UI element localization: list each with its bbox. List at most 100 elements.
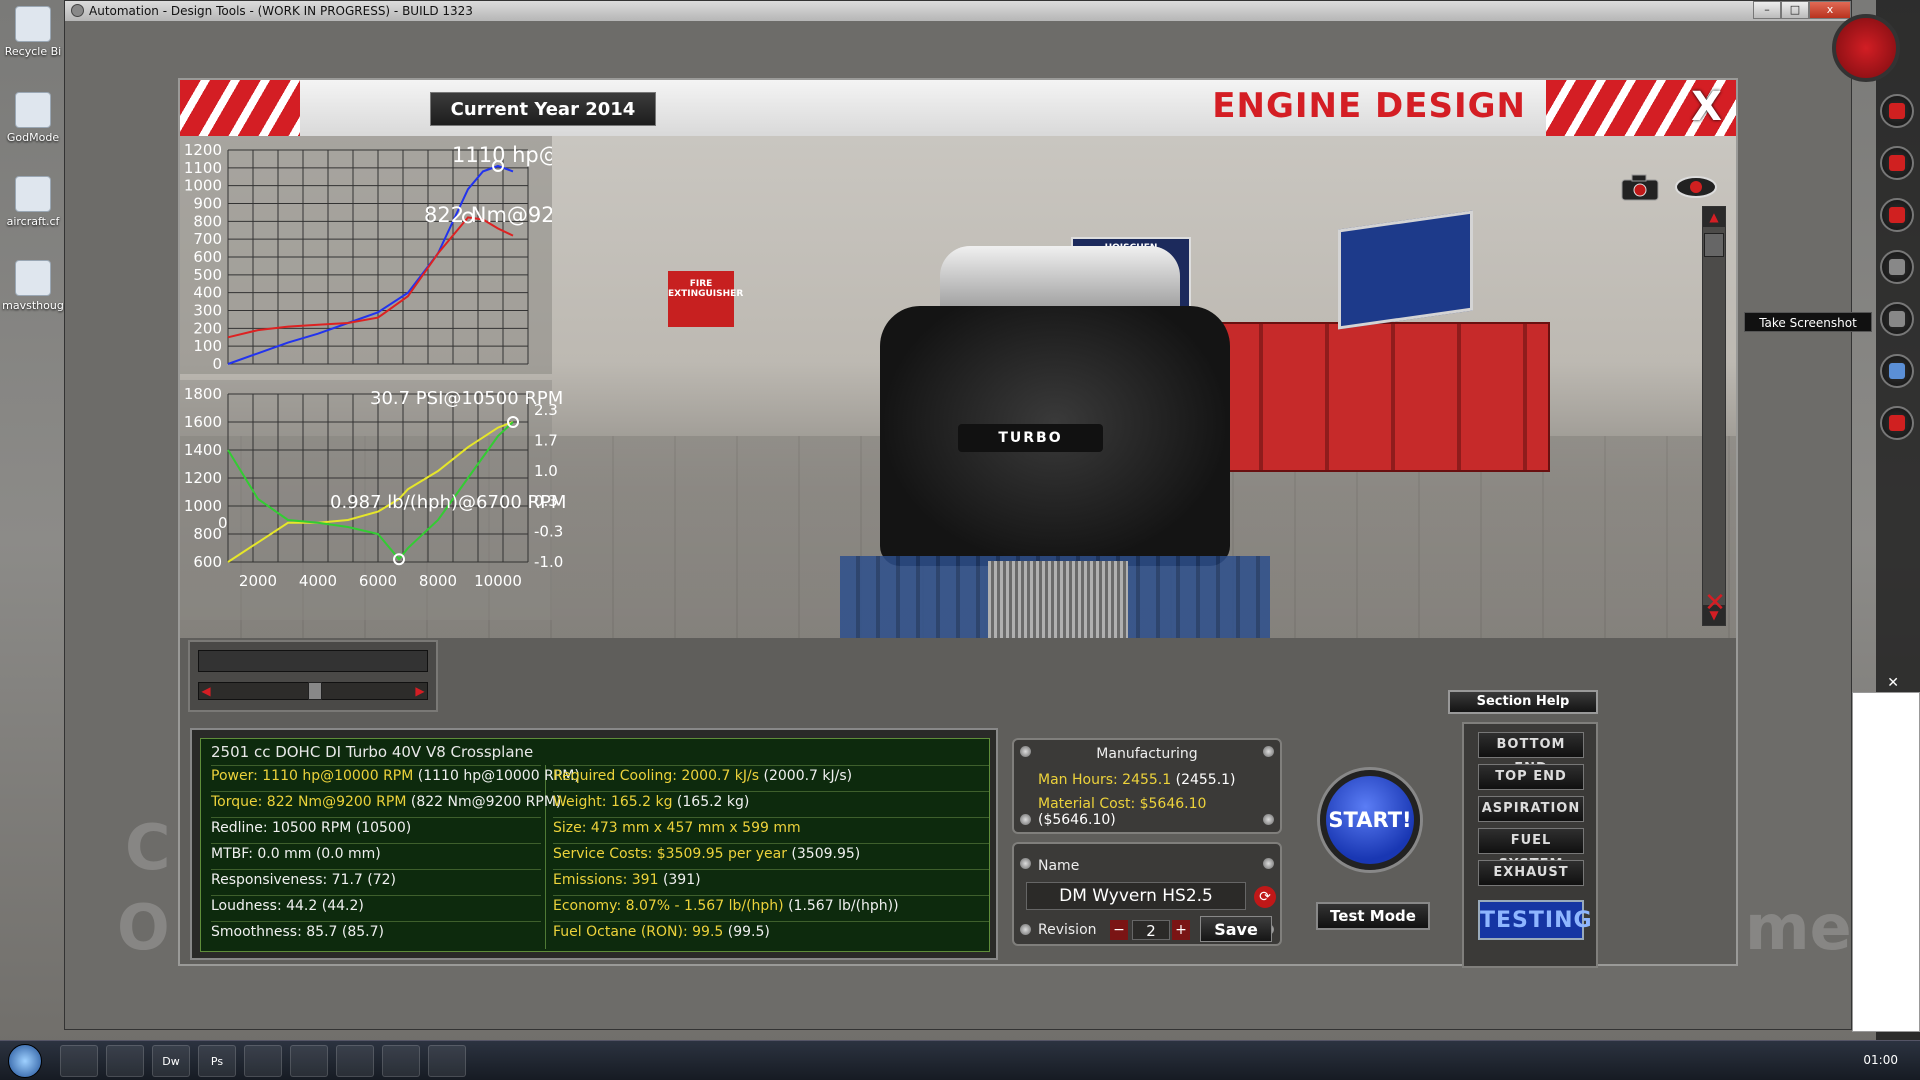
taskbar-automation-icon[interactable] xyxy=(382,1045,420,1077)
background-text: C xyxy=(125,811,171,884)
x-tick-label: 2000 xyxy=(239,572,277,590)
background-text: O xyxy=(117,891,170,964)
stat-value: (822 Nm@9200 RPM) xyxy=(410,794,562,810)
stat-value: (391) xyxy=(662,872,701,888)
desktop-icon-label: aircraft.cf xyxy=(6,215,60,228)
bsfc-min-label: 0.987 lb/(hph)@6700 RPM xyxy=(330,492,566,513)
taskbar-photoshop-icon[interactable]: Ps xyxy=(198,1045,236,1077)
manufacturing-panel: Manufacturing Man Hours: 2455.1 (2455.1)… xyxy=(1012,738,1282,834)
x-tick-label: 10000 xyxy=(474,572,522,590)
youtube-icon[interactable] xyxy=(1880,146,1914,180)
chat-icon[interactable] xyxy=(1880,354,1914,388)
stat-row: Size: 473 mm x 457 mm x 599 mm xyxy=(553,817,989,838)
taskbar-explorer-icon[interactable] xyxy=(60,1045,98,1077)
dock-logo-icon[interactable] xyxy=(1832,14,1900,82)
revision-decrement-button[interactable]: − xyxy=(1110,920,1128,940)
taskbar-app-icon[interactable] xyxy=(336,1045,374,1077)
current-year: Current Year 2014 xyxy=(430,92,656,126)
stat-label: Responsiveness: 71.7 xyxy=(211,872,363,888)
taskbar-app-icon[interactable] xyxy=(106,1045,144,1077)
slider-right-icon[interactable]: ▶ xyxy=(412,682,428,700)
y-tick-label: 700 xyxy=(193,230,222,248)
section-exhaust[interactable]: EXHAUST xyxy=(1478,860,1584,886)
clock: 01:00 xyxy=(1863,1053,1898,1067)
x-tick-label: 4000 xyxy=(299,572,337,590)
y-tick-label: 0 xyxy=(212,355,222,373)
slider-handle[interactable] xyxy=(308,682,322,700)
section-aspiration[interactable]: ASPIRATION xyxy=(1478,796,1584,822)
camera-icon[interactable] xyxy=(1880,302,1914,336)
stat-label: Weight: 165.2 kg xyxy=(553,794,673,810)
randomize-name-icon[interactable]: ⟳ xyxy=(1254,886,1276,908)
close-icon[interactable]: ✕ xyxy=(1887,675,1899,691)
stat-row: Power: 1110 hp@10000 RPM (1110 hp@10000 … xyxy=(211,765,580,786)
desktop-icon-aircraft[interactable]: aircraft.cf xyxy=(2,176,64,228)
stat-value: (1.567 lb/(hph)) xyxy=(788,898,899,914)
minimize-button[interactable]: – xyxy=(1753,1,1781,19)
y-tick-label: 500 xyxy=(193,266,222,284)
stat-row: Weight: 165.2 kg (165.2 kg) xyxy=(553,791,989,812)
desktop-icon-label: GodMode xyxy=(6,131,60,144)
stat-row: Torque: 822 Nm@9200 RPM (822 Nm@9200 RPM… xyxy=(211,791,561,812)
name-label: Name xyxy=(1038,858,1080,874)
desktop-icon-godmode[interactable]: GodMode xyxy=(2,92,64,144)
file-icon xyxy=(15,260,51,296)
stat-row: Required Cooling: 2000.7 kJ/s (2000.7 kJ… xyxy=(553,765,989,786)
eye-icon[interactable] xyxy=(1674,172,1718,202)
taskbar-app-icon[interactable] xyxy=(244,1045,282,1077)
y2-tick-label: 1.0 xyxy=(534,462,558,480)
camera-icon[interactable] xyxy=(1620,172,1660,202)
rotate-view-icon[interactable]: ✕ xyxy=(1688,588,1742,620)
stat-value: (0.0 mm) xyxy=(315,846,381,862)
start-button[interactable] xyxy=(8,1044,42,1078)
section-nav: BOTTOM END TOP END ASPIRATION FUEL SYSTE… xyxy=(1462,722,1598,968)
save-button[interactable]: Save xyxy=(1200,916,1272,942)
desktop-icon-mavsthoug[interactable]: mavsthoug xyxy=(2,260,64,312)
man-hours-value: (2455.1) xyxy=(1175,772,1236,788)
close-panel-button[interactable]: X xyxy=(1691,84,1722,130)
view-scrollbar[interactable]: ▲ ▼ xyxy=(1702,206,1726,626)
section-testing[interactable]: TESTING xyxy=(1478,900,1592,940)
section-fuel-system[interactable]: FUEL SYSTEM xyxy=(1478,828,1584,872)
engine-summary: 2501 cc DOHC DI Turbo 40V V8 Crossplane xyxy=(211,743,534,761)
y-tick-label: 900 xyxy=(193,195,222,213)
section-help-button[interactable]: Section Help xyxy=(1448,690,1598,714)
stat-row: Loudness: 44.2 (44.2) xyxy=(211,895,541,916)
y-tick-label: 100 xyxy=(193,337,222,355)
x-tick-label: 6000 xyxy=(359,572,397,590)
scroll-thumb[interactable] xyxy=(1704,233,1724,257)
rivet xyxy=(1020,924,1031,935)
y-tick-label: 1000 xyxy=(184,497,222,515)
rivet xyxy=(1020,858,1031,869)
desktop-icon-label: mavsthoug xyxy=(2,299,64,312)
desktop-icon-recycle-bin[interactable]: Recycle Bi xyxy=(2,6,64,58)
window-close-button[interactable]: x xyxy=(1809,1,1851,19)
taskbar-app-icon[interactable] xyxy=(428,1045,466,1077)
stat-label: Redline: 10500 RPM xyxy=(211,820,352,836)
test-mode-button[interactable]: Test Mode xyxy=(1316,902,1430,930)
stat-label: Economy: 8.07% - 1.567 lb/(hph) xyxy=(553,898,784,914)
revision-increment-button[interactable]: + xyxy=(1172,920,1190,940)
x-tick-label: 8000 xyxy=(419,572,457,590)
window-titlebar[interactable]: Automation - Design Tools - (WORK IN PRO… xyxy=(65,1,1851,21)
scroll-up-icon[interactable]: ▲ xyxy=(1703,207,1725,227)
taskbar-dreamweaver-icon[interactable]: Dw xyxy=(152,1045,190,1077)
engine-name-input[interactable] xyxy=(1026,882,1246,910)
taskbar-chrome-icon[interactable] xyxy=(290,1045,328,1077)
maximize-button[interactable]: □ xyxy=(1781,1,1809,19)
start-button[interactable]: START! xyxy=(1320,770,1420,870)
revision-value: 2 xyxy=(1132,920,1170,940)
stat-value: (85.7) xyxy=(341,924,384,940)
section-bottom-end[interactable]: BOTTOM END xyxy=(1478,732,1584,776)
section-top-end[interactable]: TOP END xyxy=(1478,764,1584,790)
screen-icon[interactable] xyxy=(1880,250,1914,284)
alert-icon[interactable] xyxy=(1880,94,1914,128)
y-tick-label: 600 xyxy=(193,553,222,571)
desktop-icon-label: Recycle Bi xyxy=(4,45,62,58)
man-hours-label: Man Hours: 2455.1 xyxy=(1038,772,1172,788)
stat-row: Smoothness: 85.7 (85.7) xyxy=(211,921,541,942)
stat-row: Economy: 8.07% - 1.567 lb/(hph) (1.567 l… xyxy=(553,895,989,916)
slider-left-icon[interactable]: ◀ xyxy=(198,682,214,700)
add-icon[interactable] xyxy=(1880,406,1914,440)
mail-icon[interactable] xyxy=(1880,198,1914,232)
